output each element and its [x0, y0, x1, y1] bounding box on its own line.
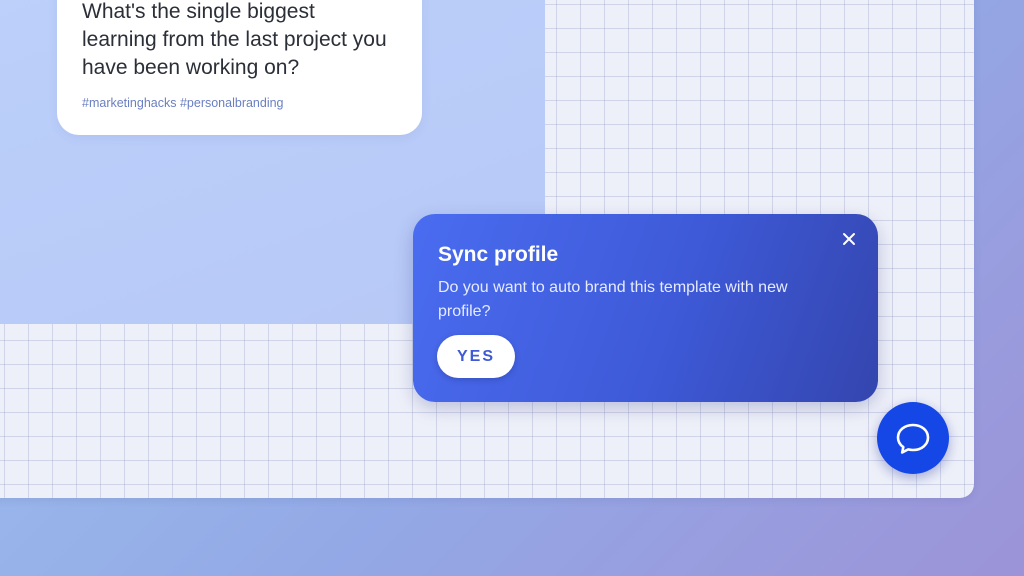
- post-card[interactable]: What's the single biggest learning from …: [57, 0, 422, 135]
- post-hashtags: #marketinghacks #personalbranding: [82, 96, 284, 110]
- sync-profile-popup: Sync profile Do you want to auto brand t…: [413, 214, 878, 402]
- popup-title: Sync profile: [438, 243, 559, 266]
- chat-bubble-icon: [896, 423, 930, 454]
- chat-button[interactable]: [877, 402, 949, 474]
- close-icon: [843, 233, 855, 245]
- close-button[interactable]: [838, 228, 860, 250]
- post-text: What's the single biggest learning from …: [82, 0, 387, 79]
- yes-button[interactable]: YES: [437, 335, 515, 378]
- popup-message: Do you want to auto brand this template …: [438, 279, 788, 320]
